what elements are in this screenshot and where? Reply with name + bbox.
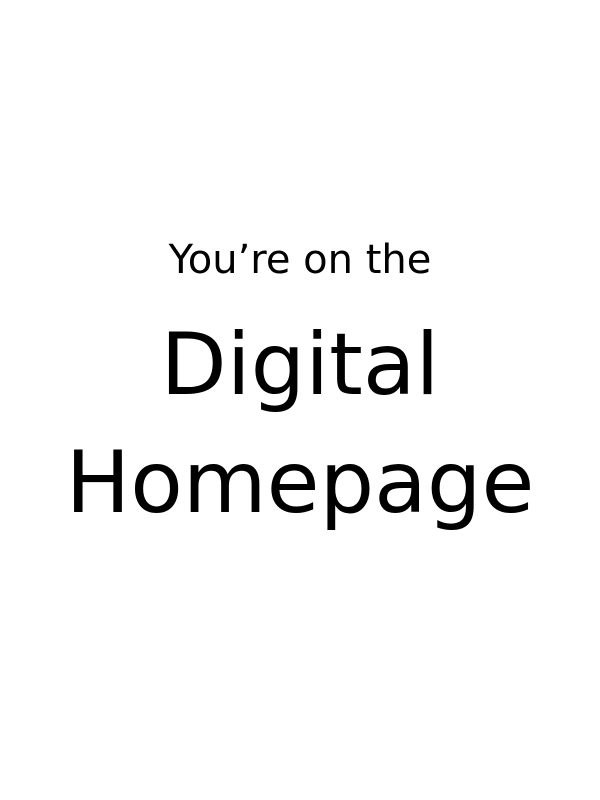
page: You’re on the Digital Homepage <box>0 0 600 800</box>
title-line-digital: Digital <box>160 315 440 415</box>
intro-text: You’re on the <box>168 237 432 283</box>
title-line-homepage: Homepage <box>65 433 535 533</box>
